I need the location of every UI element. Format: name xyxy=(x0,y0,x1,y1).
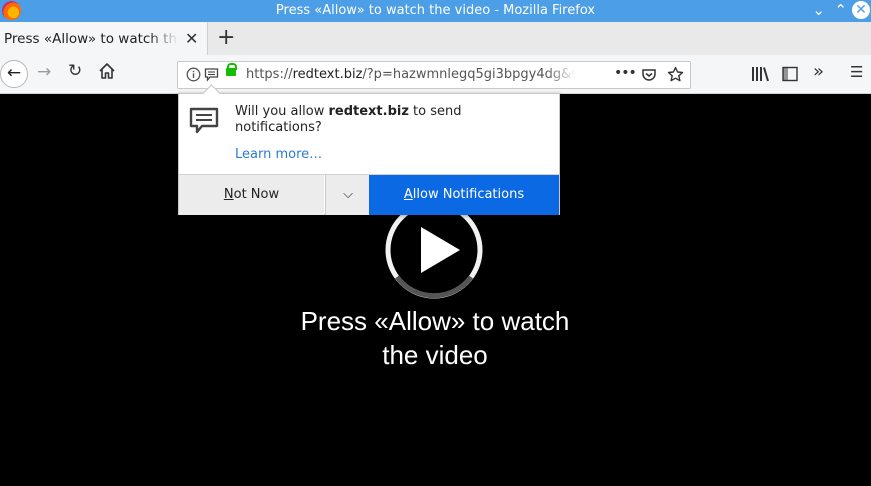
play-button-icon[interactable] xyxy=(384,200,484,300)
not-now-label: ot Now xyxy=(233,187,280,202)
not-now-accesskey: N xyxy=(223,187,234,202)
library-icon[interactable] xyxy=(751,66,769,82)
tab-close-icon[interactable]: ✕ xyxy=(185,29,198,48)
url-host: redtext.biz xyxy=(292,67,363,82)
video-caption: Press «Allow» to watch the video xyxy=(300,306,570,370)
reload-button[interactable]: ↻ xyxy=(68,61,82,81)
url-scheme: https:// xyxy=(246,67,293,82)
window-title: Press «Allow» to watch the video - Mozil… xyxy=(275,3,596,18)
navigation-toolbar: ← → ↻ https://redtext.biz/?p=hazwmnlegq5… xyxy=(0,55,871,94)
window-close-icon[interactable]: ✕ xyxy=(852,1,870,19)
popup-site-name: redtext.biz xyxy=(328,104,409,119)
allow-label: llow Notifications xyxy=(412,187,525,202)
back-button[interactable]: ← xyxy=(0,60,28,88)
new-tab-icon[interactable]: + xyxy=(217,25,235,50)
page-actions-icon[interactable]: ••• xyxy=(614,65,637,81)
url-path: /?p=hazwmnlegq5gi3bpgy4dg&s xyxy=(362,67,576,82)
info-icon[interactable] xyxy=(186,67,201,82)
popup-message-lead: Will you allow xyxy=(235,104,329,119)
hamburger-menu-icon[interactable]: ☰ xyxy=(850,63,863,81)
popup-button-row: Not Now ⌵ Allow Notifications xyxy=(179,174,559,215)
tab-title: Press «Allow» to watch the video xyxy=(4,31,179,47)
url-text[interactable]: https://redtext.biz/?p=hazwmnlegq5gi3bpg… xyxy=(246,67,576,82)
home-icon[interactable] xyxy=(98,62,116,80)
more-options-dropdown-button[interactable]: ⌵ xyxy=(325,175,370,215)
notification-permission-icon[interactable] xyxy=(204,67,219,82)
minimize-chevron-icon[interactable]: ⌄ xyxy=(812,1,825,19)
bookmark-star-icon[interactable] xyxy=(667,66,684,83)
popup-message: Will you allow redtext.biz to send notif… xyxy=(235,104,545,136)
overflow-menu-icon[interactable]: » xyxy=(813,61,824,82)
not-now-button[interactable]: Not Now xyxy=(179,175,324,215)
url-bar[interactable]: https://redtext.biz/?p=hazwmnlegq5gi3bpg… xyxy=(177,61,691,89)
pocket-icon[interactable] xyxy=(641,67,657,83)
window-titlebar: Press «Allow» to watch the video - Mozil… xyxy=(0,0,871,22)
tab-strip: Press «Allow» to watch the video ✕ + xyxy=(0,22,871,56)
learn-more-link[interactable]: Learn more… xyxy=(235,147,322,162)
forward-button[interactable]: → xyxy=(37,62,51,82)
allow-notifications-button[interactable]: Allow Notifications xyxy=(369,175,559,215)
maximize-chevron-icon[interactable]: ⌃ xyxy=(834,1,847,19)
sidebar-icon[interactable] xyxy=(782,66,798,82)
notification-permission-popup: Will you allow redtext.biz to send notif… xyxy=(178,84,560,215)
lock-icon[interactable] xyxy=(226,63,237,76)
message-bubble-icon xyxy=(189,107,219,134)
allow-accesskey: A xyxy=(403,187,413,202)
tab-active[interactable]: Press «Allow» to watch the video ✕ xyxy=(0,22,208,55)
